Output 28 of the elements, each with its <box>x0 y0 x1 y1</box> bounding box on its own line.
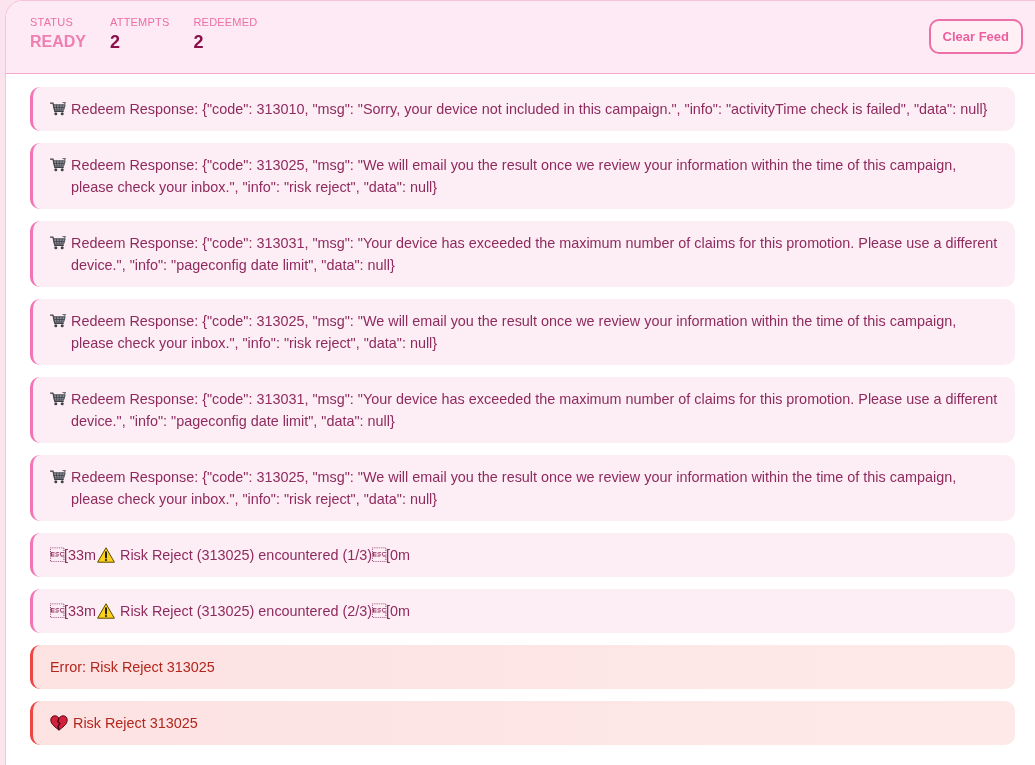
clear-feed-button[interactable]: Clear Feed <box>928 18 1023 54</box>
message-text: Risk Reject (313025) encountered (1/3)[0m <box>120 546 410 565</box>
shopping-cart-icon <box>50 392 66 406</box>
broken-heart-icon <box>50 715 68 731</box>
stat-label: REDEEMED <box>193 16 258 28</box>
message-text: Redeem Response: {"code": 313025, "msg": "We will email you the result once we review your information within the time of this campaign, please check your inbox.", "info": "risk reject", "data": null} <box>71 468 958 509</box>
shopping-cart-icon <box>50 236 66 250</box>
shopping-cart-icon <box>50 158 66 172</box>
warning-icon <box>97 547 115 563</box>
escape-code-text: [33m <box>50 602 96 621</box>
shopping-cart-icon <box>50 314 66 328</box>
message-text: Redeem Response: {"code": 313010, "msg": "Sorry, your device not included in this campaign.", "info": "activityTime check is failed", "data": null} <box>71 100 988 119</box>
warning-icon <box>97 603 115 619</box>
message-text: Redeem Response: {"code": 313031, "msg": "Your device has exceeded the maximum number of claims for this promotion. Please use a different device.", "info": "pageconfig date limit", "data": null} <box>71 390 999 431</box>
message-text: Error: Risk Reject 313025 <box>50 658 215 677</box>
message-text: Risk Reject 313025 <box>73 714 198 733</box>
stat-value: 2 <box>110 32 122 52</box>
shopping-cart-icon <box>50 102 66 116</box>
stat-value: 2 <box>193 32 205 52</box>
message-text: Risk Reject (313025) encountered (2/3)[0m <box>120 602 410 621</box>
message-text: Redeem Response: {"code": 313025, "msg": "We will email you the result once we review your information within the time of this campaign, please check your inbox.", "info": "risk reject", "data": null} <box>71 156 958 197</box>
stat-value: READY <box>30 32 86 52</box>
message-text: Redeem Response: {"code": 313025, "msg": "We will email you the result once we review your information within the time of this campaign, please check your inbox.", "info": "risk reject", "data": null} <box>71 312 958 353</box>
stat-label: STATUS <box>30 16 74 28</box>
stat-label: ATTEMPTS <box>110 16 170 28</box>
escape-code-text: [33m <box>50 546 96 565</box>
shopping-cart-icon <box>50 470 66 484</box>
message-text: Redeem Response: {"code": 313031, "msg": "Your device has exceeded the maximum number of claims for this promotion. Please use a different device.", "info": "pageconfig date limit", "data": null} <box>71 234 999 275</box>
